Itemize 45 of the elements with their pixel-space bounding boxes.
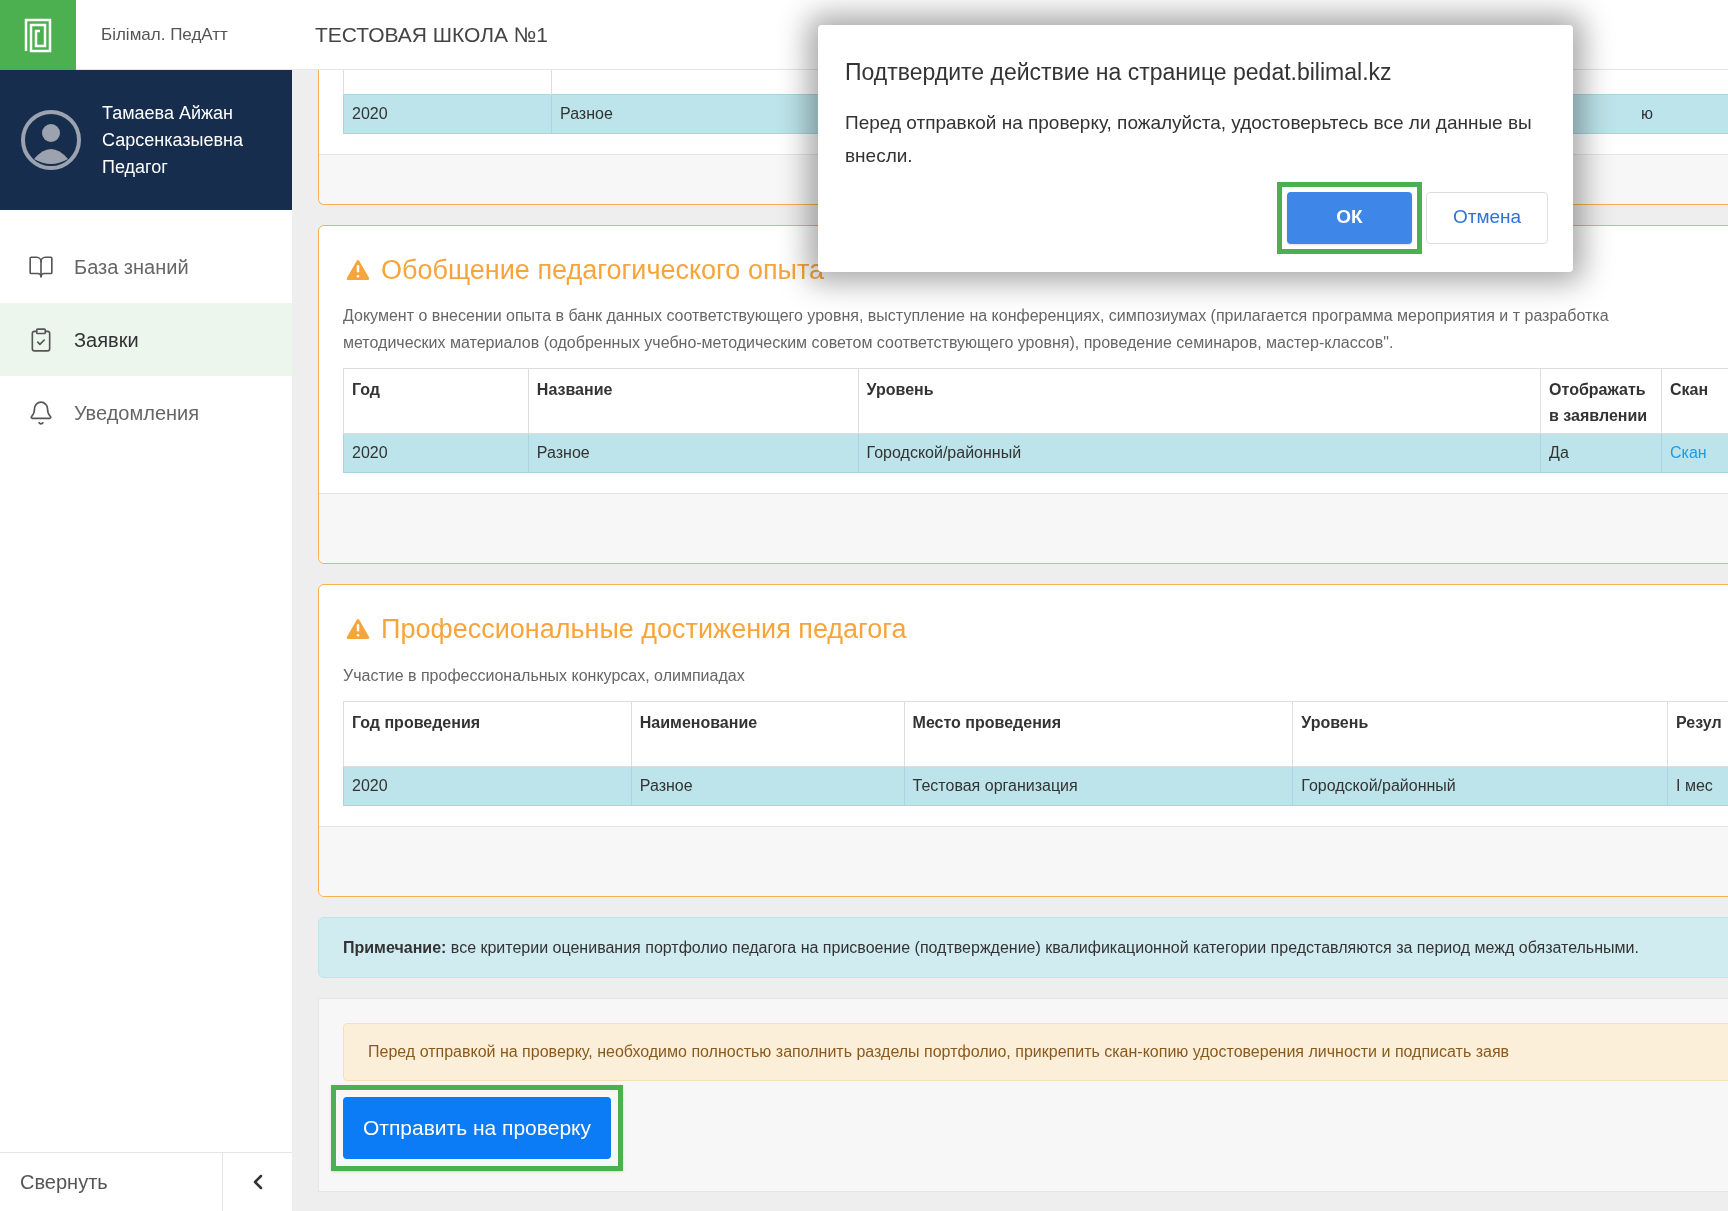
sidebar-item[interactable]: Уведомления [0, 376, 292, 449]
warning-text: Перед отправкой на проверку, необходимо полностью заполнить разделы портфолио, прикрепить скан-копию удостоверения личности и подписать заяв [368, 1042, 1510, 1060]
column-header: Уровень [1292, 701, 1668, 766]
section-description: Документ о внесении опыта в банк данных соответствующего уровня, выступление на конференциях, симпозиумах (прилагается программа мероприятия и т разработка методических материалов (одобренных учебно-методическим советом соответствующего уровня), проведение семинаров, мастер-классов". [343, 306, 1610, 353]
note-text: Примечание: все критерии оценивания портфолио педагога на присвоение (подтверждение) квалификационной категории представляются за период межд обязательными. [343, 937, 1640, 958]
column-header: Наименование [631, 701, 905, 766]
table-cell: 2020 [343, 766, 632, 805]
section-title: Профессиональные достижения педагога [381, 613, 907, 646]
section-title: Обобщение педагогического опыта [381, 253, 824, 287]
table-cell: Городской/районный [1292, 766, 1668, 805]
cancel-button[interactable]: Отмена [1426, 191, 1548, 244]
user-name: Сарсенказыевна [102, 128, 243, 152]
avatar-icon [20, 109, 82, 171]
user-name: Тамаева Айжан [102, 101, 235, 125]
column-header: Отображать в заявлении [1540, 368, 1662, 434]
column-header: Название [528, 368, 859, 434]
table-cell-text: Разное [560, 103, 613, 124]
dialog-message: Перед отправкой на проверку, пожалуйста, удостоверьтесь все ли данные вы внесли. [845, 110, 1533, 168]
column-header: Место проведения [904, 701, 1293, 766]
table-cell: 2020 [343, 433, 529, 473]
column-header: Резул [1667, 701, 1728, 766]
sidebar-item[interactable]: База знаний [0, 230, 292, 303]
collapse-button[interactable]: Свернуть [0, 1153, 222, 1211]
book-icon [28, 253, 54, 280]
table-cell-text: ю [1641, 103, 1653, 124]
school-name: ТЕСТОВАЯ ШКОЛА №1 [315, 21, 548, 48]
table-cell: Разное [528, 433, 859, 473]
app-name: Білімал. ПедАтт [101, 23, 229, 46]
submit-button[interactable]: Отправить на проверку [343, 1096, 611, 1159]
dialog-title: Подтвердите действие на странице pedat.bilimal.kz [845, 58, 1393, 87]
table-cell: Да [1540, 433, 1662, 473]
column-header: Год [343, 368, 529, 434]
section-description: Участие в профессиональных конкурсах, олимпиадах [343, 665, 746, 686]
logo-icon [23, 16, 53, 53]
bell-icon [28, 399, 54, 426]
column-header: Уровень [858, 368, 1541, 434]
column-header: Скан [1661, 368, 1728, 434]
ok-button[interactable]: ОК [1287, 191, 1412, 244]
table-cell: Городской/районный [858, 433, 1541, 473]
column-header: Год проведения [343, 701, 632, 766]
table-cell: Тестовая организация [904, 766, 1293, 805]
table-cell: 2020 [343, 94, 552, 133]
table-cell: Разное [631, 766, 905, 805]
sidebar-item[interactable]: Заявки [0, 303, 292, 376]
user-role: Педагог [102, 155, 169, 179]
